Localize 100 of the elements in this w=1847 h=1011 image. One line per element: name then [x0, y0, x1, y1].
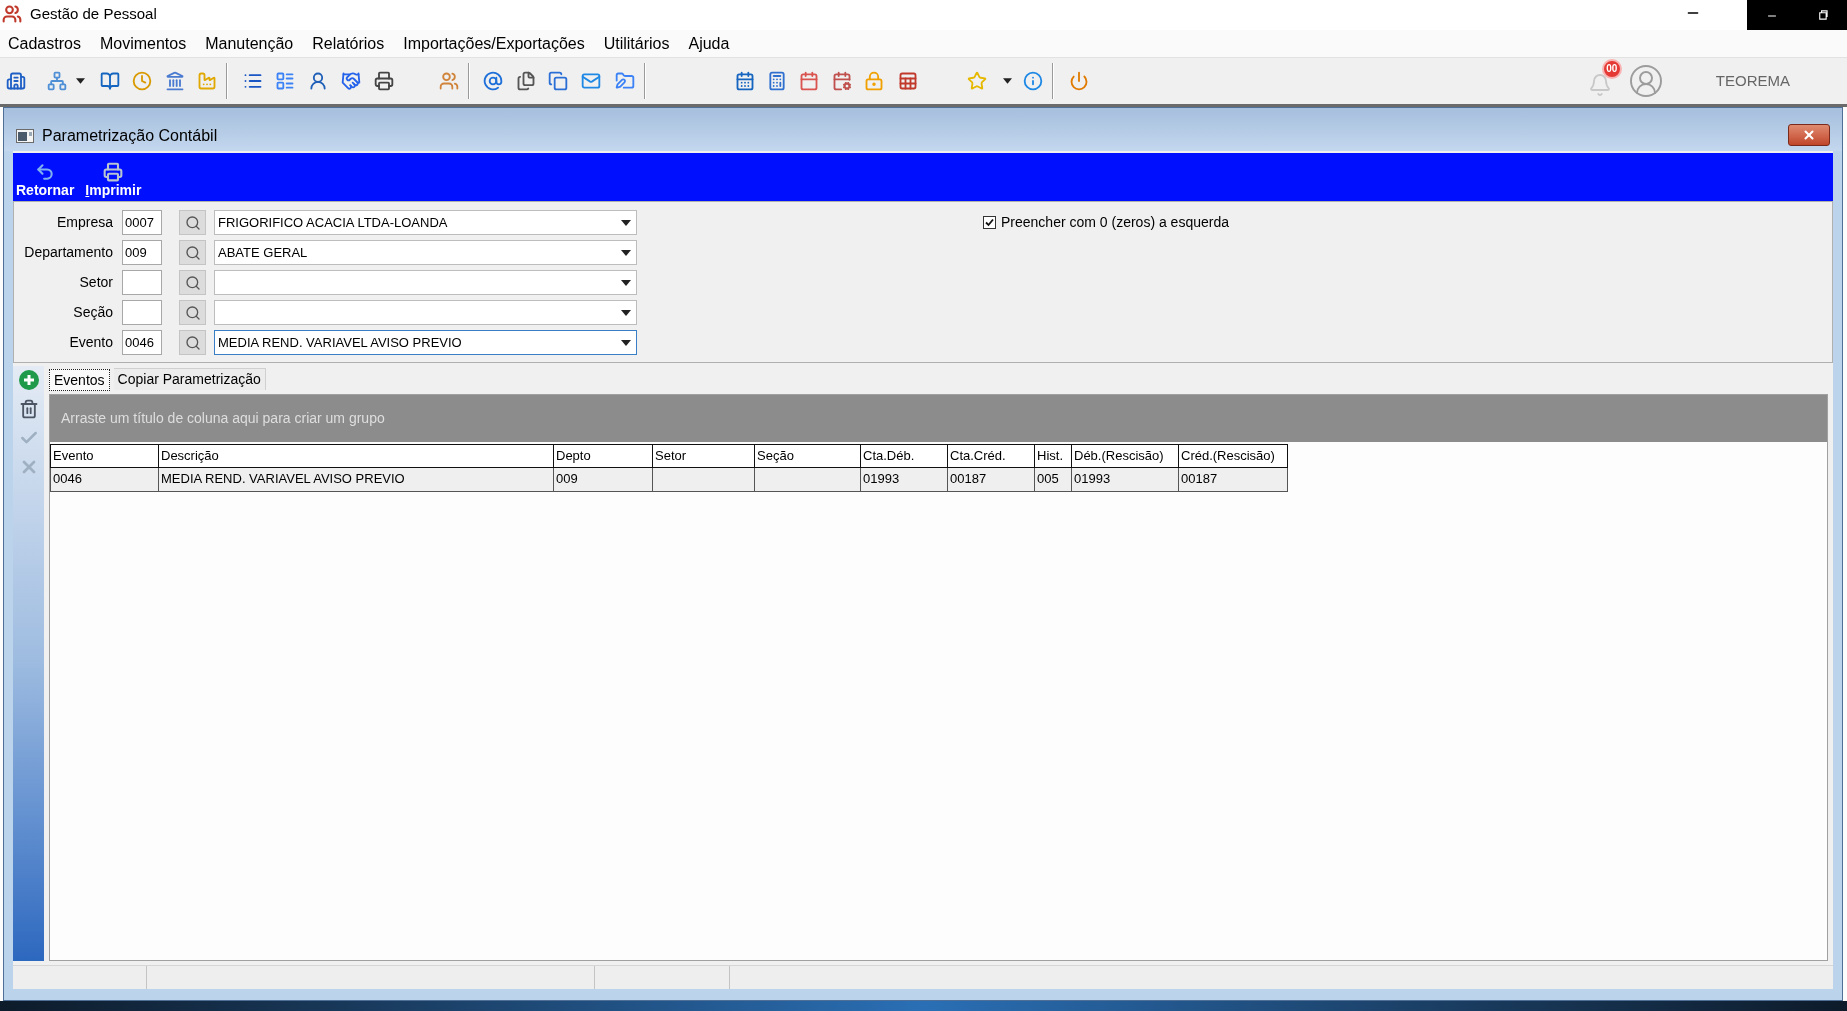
menu-item[interactable]: Utilitários: [603, 33, 670, 54]
combo-box[interactable]: ABATE GERAL: [214, 240, 637, 265]
table-cell: 01993: [1072, 468, 1179, 492]
trash-icon[interactable]: [18, 399, 39, 419]
column-header[interactable]: Cta.Déb.: [861, 444, 948, 468]
table-cell: 005: [1035, 468, 1072, 492]
info-icon[interactable]: [1023, 71, 1043, 91]
calendar-icon[interactable]: [799, 71, 819, 91]
field-label: Setor: [78, 273, 113, 292]
search-icon: [184, 214, 201, 231]
column-header[interactable]: Déb.(Rescisão): [1072, 444, 1179, 468]
notification-badge: 00: [1601, 59, 1622, 79]
person-icon[interactable]: [308, 71, 328, 91]
calendar-gear-icon[interactable]: [832, 71, 852, 91]
menu-item[interactable]: Importações/Exportações: [403, 33, 585, 54]
book-icon[interactable]: [100, 71, 120, 91]
window-title: Parametrização Contábil: [42, 126, 218, 146]
group-panel-hint: Arraste um título de coluna aqui para criar um grupo: [61, 409, 385, 428]
field-label: Departamento: [23, 243, 113, 262]
people-icon[interactable]: [439, 71, 459, 91]
menu-item[interactable]: Cadastros: [8, 33, 81, 54]
action-button[interactable]: Imprimir: [85, 182, 142, 199]
tab[interactable]: Copiar Parametrização: [113, 368, 266, 390]
table-icon[interactable]: [898, 71, 918, 91]
close-icon[interactable]: [1802, 128, 1816, 142]
caret-icon[interactable]: [621, 249, 631, 256]
column-header[interactable]: Seção: [755, 444, 861, 468]
table-cell: 00187: [1179, 468, 1288, 492]
power-icon[interactable]: [1069, 71, 1089, 91]
code-field[interactable]: 0046: [122, 330, 162, 355]
menu-item[interactable]: Manutenção: [205, 33, 294, 54]
window-icon: [16, 129, 34, 143]
search-icon: [184, 304, 201, 321]
combo-box[interactable]: MEDIA REND. VARIAVEL AVISO PREVIO: [214, 330, 637, 355]
search-button[interactable]: [179, 300, 206, 325]
action-button[interactable]: Retornar: [16, 182, 75, 199]
table-cell: 00187: [948, 468, 1035, 492]
search-button[interactable]: [179, 240, 206, 265]
field-label: Evento: [68, 333, 113, 352]
table-cell: MEDIA REND. VARIAVEL AVISO PREVIO: [159, 468, 554, 492]
user-avatar-icon[interactable]: [1627, 63, 1664, 99]
column-header[interactable]: Créd.(Rescisão): [1179, 444, 1288, 468]
column-header[interactable]: Evento: [50, 444, 159, 468]
search-button[interactable]: [179, 270, 206, 295]
checkbox-label: Preencher com 0 (zeros) a esquerda: [1001, 213, 1229, 232]
column-header[interactable]: Cta.Créd.: [948, 444, 1035, 468]
code-field[interactable]: [122, 270, 162, 295]
plus-circle-icon[interactable]: [18, 370, 39, 390]
menu-item[interactable]: Relatórios: [312, 33, 385, 54]
menu-item[interactable]: Ajuda: [688, 33, 730, 54]
tab[interactable]: Eventos: [49, 369, 110, 391]
calendar-grid-icon[interactable]: [735, 71, 755, 91]
calculator-icon[interactable]: [767, 71, 787, 91]
caret-icon[interactable]: [621, 309, 631, 316]
code-field[interactable]: 009: [122, 240, 162, 265]
search-icon: [184, 274, 201, 291]
column-header[interactable]: Hist.: [1035, 444, 1072, 468]
field-label: Empresa: [55, 213, 113, 232]
column-header[interactable]: Depto: [554, 444, 653, 468]
mail-icon[interactable]: [581, 71, 601, 91]
building-icon[interactable]: [6, 71, 26, 91]
printer-icon[interactable]: [374, 71, 394, 91]
caret-icon[interactable]: [621, 219, 631, 226]
documents-icon[interactable]: [516, 71, 536, 91]
list-icon[interactable]: [243, 71, 263, 91]
network-icon[interactable]: [47, 71, 67, 91]
star-icon[interactable]: [967, 71, 987, 91]
table-cell: 01993: [861, 468, 948, 492]
search-button[interactable]: [179, 210, 206, 235]
user-name: TEOREMA: [1715, 70, 1790, 91]
back-arrow-icon: [35, 162, 56, 182]
caret-icon[interactable]: [1002, 78, 1012, 84]
search-icon: [184, 244, 201, 261]
folder-pen-icon[interactable]: [615, 71, 635, 91]
printer-icon: [103, 162, 124, 182]
people-icon: [2, 4, 22, 24]
combo-box[interactable]: FRIGORIFICO ACACIA LTDA-LOANDA: [214, 210, 637, 235]
at-sign-icon[interactable]: [483, 71, 503, 91]
copy-icon[interactable]: [548, 71, 568, 91]
column-header[interactable]: Setor: [653, 444, 755, 468]
menu-item[interactable]: Movimentos: [99, 33, 187, 54]
caret-icon[interactable]: [75, 78, 85, 84]
column-header[interactable]: Descrição: [159, 444, 554, 468]
field-label: Seção: [72, 303, 113, 322]
code-field[interactable]: 0007: [122, 210, 162, 235]
table-cell: 0046: [50, 468, 159, 492]
search-button[interactable]: [179, 330, 206, 355]
code-field[interactable]: [122, 300, 162, 325]
close-button[interactable]: [1788, 124, 1830, 146]
table-cell: 009: [554, 468, 653, 492]
handshake-icon[interactable]: [341, 71, 361, 91]
search-icon: [184, 334, 201, 351]
list-panel-icon[interactable]: [275, 71, 295, 91]
caret-icon[interactable]: [621, 279, 631, 286]
caret-icon[interactable]: [621, 339, 631, 346]
app-title: Gestão de Pessoal: [30, 5, 157, 23]
bank-icon[interactable]: [165, 71, 185, 91]
checkbox[interactable]: [983, 216, 996, 229]
bell-icon[interactable]: [1587, 73, 1612, 97]
restore-icon[interactable]: [1816, 10, 1828, 21]
